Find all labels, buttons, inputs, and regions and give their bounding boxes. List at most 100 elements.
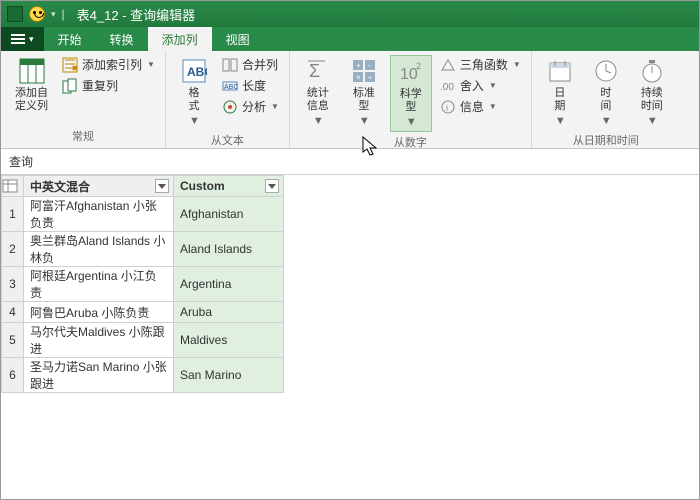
info-icon: i [440,99,456,115]
column-header-custom-label: Custom [180,179,225,193]
group-number-label: 从数字 [298,132,523,152]
add-custom-column-button[interactable]: 添加自 定义列 [9,55,54,115]
duplicate-icon [62,78,78,94]
add-index-label: 添加索引列 [82,56,142,73]
add-custom-column-label: 添加自 定义列 [15,87,48,113]
file-menu-icon [11,34,25,44]
statistics-button[interactable]: Σ 统计 信息▼ [298,55,338,130]
svg-text:2: 2 [416,61,421,71]
data-grid[interactable]: 中英文混合 Custom 1 阿富汗Afghanistan 小张负责 Afgha… [1,174,699,393]
cell-mixed[interactable]: 阿根廷Argentina 小江负责 [24,267,174,302]
tab-add-column[interactable]: 添加列 [148,27,212,51]
filter-dropdown-icon[interactable] [155,179,169,193]
column-header-mixed[interactable]: 中英文混合 [24,176,174,197]
ribbon-tab-strip: ▾ 开始 转换 添加列 视图 [1,27,699,51]
group-datetime-label: 从日期和时间 [540,130,672,150]
cell-custom[interactable]: San Marino [174,358,284,393]
column-header-custom[interactable]: Custom [174,176,284,197]
merge-icon [222,57,238,73]
svg-text:i: i [446,103,448,113]
duration-button[interactable]: 持续 时间 ▼ [632,55,672,130]
qat-dropdown-icon[interactable]: ▾ [51,9,56,20]
tab-transform[interactable]: 转换 [96,27,148,51]
app-icon [7,6,23,22]
row-number[interactable]: 1 [2,197,24,232]
calendar-icon [546,57,574,85]
cell-mixed[interactable]: 阿鲁巴Aruba 小陈负责 [24,302,174,323]
length-button[interactable]: ABC 长度 [220,76,281,95]
svg-text:÷: ÷ [368,73,373,82]
merge-columns-button[interactable]: 合并列 [220,55,281,74]
filter-dropdown-icon[interactable] [265,179,279,193]
row-number[interactable]: 5 [2,323,24,358]
cell-mixed[interactable]: 奥兰群岛Aland Islands 小林负 [24,232,174,267]
cell-mixed[interactable]: 圣马力诺San Marino 小张跟进 [24,358,174,393]
table-icon [18,57,46,85]
operators-icon: +-×÷ [350,57,378,85]
chevron-down-icon: ▼ [513,60,521,69]
analyze-icon [222,99,238,115]
row-number[interactable]: 2 [2,232,24,267]
format-label: 格 式 [188,87,199,113]
row-number[interactable]: 6 [2,358,24,393]
cell-custom[interactable]: Aruba [174,302,284,323]
date-label: 日 期 [554,87,565,113]
query-pane-label: 查询 [1,149,699,174]
duration-label: 持续 时间 [641,87,663,113]
row-number[interactable]: 4 [2,302,24,323]
merge-label: 合并列 [242,56,278,73]
scientific-label: 科学 型 [400,88,422,114]
scientific-button[interactable]: 102 科学 型▼ [390,55,432,132]
svg-text:ABC: ABC [224,84,238,91]
add-index-column-button[interactable]: 添加索引列 ▼ [60,55,157,74]
index-icon [62,57,78,73]
group-number: Σ 统计 信息▼ +-×÷ 标准 型▼ 102 科学 型▼ 三角函数▼ .00 … [290,51,532,148]
chevron-down-icon: ▼ [359,115,370,128]
table-row[interactable]: 4 阿鲁巴Aruba 小陈负责 Aruba [2,302,284,323]
trig-label: 三角函数 [460,56,508,73]
svg-text:×: × [356,73,361,82]
stopwatch-icon [638,57,666,85]
triangle-icon [440,57,456,73]
table-row[interactable]: 6 圣马力诺San Marino 小张跟进 San Marino [2,358,284,393]
rounding-button[interactable]: .00 舍入▼ [438,76,523,95]
analyze-button[interactable]: 分析▼ [220,97,281,116]
table-row[interactable]: 5 马尔代夫Maldives 小陈跟进 Maldives [2,323,284,358]
duplicate-column-button[interactable]: 重复列 [60,76,157,95]
table-row[interactable]: 3 阿根廷Argentina 小江负责 Argentina [2,267,284,302]
chevron-down-icon: ▼ [406,116,417,129]
cell-custom[interactable]: Argentina [174,267,284,302]
chevron-down-icon: ▼ [189,115,200,128]
table-row[interactable]: 1 阿富汗Afghanistan 小张负责 Afghanistan [2,197,284,232]
file-tab[interactable]: ▾ [1,27,44,51]
chevron-down-icon: ▼ [147,60,155,69]
group-datetime: 日 期▼ 时 间▼ 持续 时间 ▼ 从日期和时间 [532,51,680,148]
trigonometry-button[interactable]: 三角函数 ▼ [438,55,523,74]
grid-corner[interactable] [2,176,24,197]
group-general-label: 常规 [9,126,157,146]
svg-text:.00: .00 [440,82,454,93]
cell-custom[interactable]: Aland Islands [174,232,284,267]
duplicate-label: 重复列 [82,77,118,94]
cell-custom[interactable]: Afghanistan [174,197,284,232]
info-button[interactable]: i 信息▼ [438,97,523,116]
cell-mixed[interactable]: 马尔代夫Maldives 小陈跟进 [24,323,174,358]
chevron-down-icon: ▼ [647,115,658,128]
smile-icon[interactable] [29,6,45,22]
format-button[interactable]: ABC 格 式 ▼ [174,55,214,130]
cell-mixed[interactable]: 阿富汗Afghanistan 小张负责 [24,197,174,232]
time-button[interactable]: 时 间▼ [586,55,626,130]
tab-view[interactable]: 视图 [212,27,264,51]
date-button[interactable]: 日 期▼ [540,55,580,130]
standard-button[interactable]: +-×÷ 标准 型▼ [344,55,384,130]
cell-custom[interactable]: Maldives [174,323,284,358]
time-label: 时 间 [600,87,611,113]
row-number[interactable]: 3 [2,267,24,302]
table-row[interactable]: 2 奥兰群岛Aland Islands 小林负 Aland Islands [2,232,284,267]
title-bar: ▾ | 表4_12 - 查询编辑器 [1,1,699,27]
svg-text:ABC: ABC [187,65,207,79]
tab-start[interactable]: 开始 [44,27,96,51]
divider: | [62,7,65,21]
chevron-down-icon: ▼ [489,102,497,111]
chevron-down-icon: ▼ [313,115,324,128]
